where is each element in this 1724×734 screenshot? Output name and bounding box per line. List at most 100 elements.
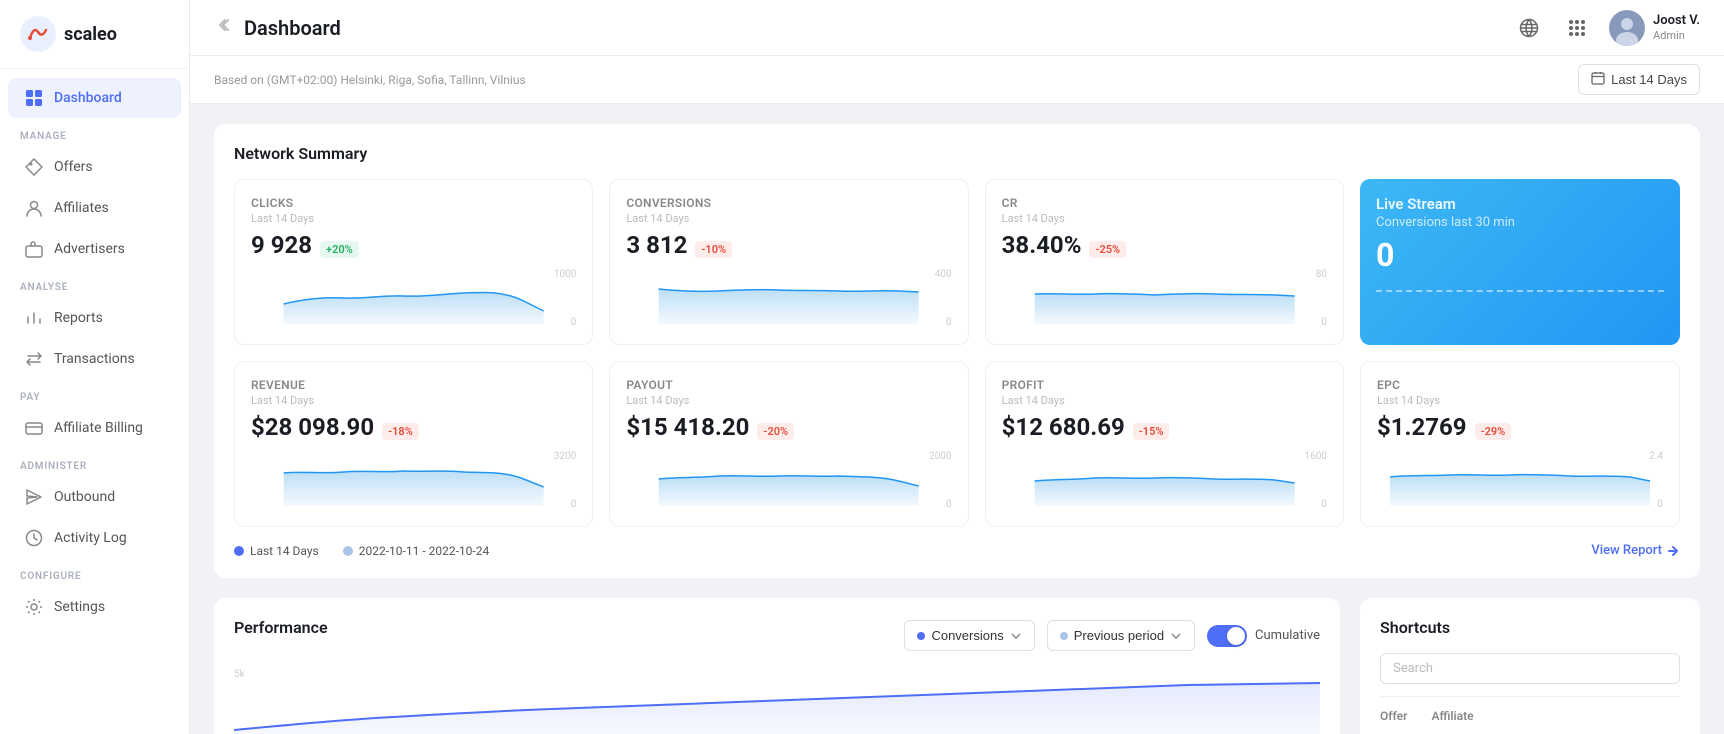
shortcuts-title: Shortcuts [1380, 618, 1680, 637]
performance-title: Performance [234, 618, 328, 637]
metric-cr-label: CR [1002, 196, 1327, 210]
user-name: Joost V. [1653, 13, 1700, 29]
metric-profit-label: Profit [1002, 378, 1327, 392]
date-range-button[interactable]: Last 14 Days [1578, 64, 1700, 95]
conversions-chart-min: 0 [946, 317, 952, 328]
metric-profit-value-row: $12 680.69 -15% [1002, 413, 1327, 441]
shortcuts-search-placeholder: Search [1393, 661, 1433, 676]
epc-chart: 2.4 0 [1377, 451, 1663, 510]
cr-chart-min: 0 [1321, 317, 1327, 328]
clicks-chart: 1000 0 [251, 269, 576, 328]
sidebar-section-manage: MANAGE [0, 119, 189, 146]
cr-chart-max: 80 [1316, 269, 1327, 280]
conversions-chart: 400 0 [626, 269, 951, 328]
legend-row: Last 14 Days 2022-10-11 - 2022-10-24 Vie… [234, 543, 1680, 558]
profit-chart: 1600 0 [1002, 451, 1327, 510]
metric-payout-period: Last 14 Days [626, 394, 951, 407]
metric-clicks-value-row: 9 928 +20% [251, 231, 576, 259]
toggle-thumb [1227, 627, 1245, 645]
repeat-icon [24, 349, 44, 369]
sidebar-item-label: Affiliates [54, 200, 109, 216]
legend-item-current: Last 14 Days [234, 544, 319, 558]
sidebar-item-affiliates[interactable]: Affiliates [8, 188, 181, 228]
grid-icon [24, 88, 44, 108]
date-range-label: Last 14 Days [1611, 72, 1687, 87]
apps-button[interactable] [1561, 12, 1593, 44]
performance-card: Performance Conversions Previous period [214, 598, 1340, 734]
metric-clicks-badge: +20% [320, 241, 359, 258]
epc-chart-min: 0 [1657, 499, 1663, 510]
sidebar-nav: Dashboard MANAGE Offers Affiliates [0, 69, 189, 734]
sidebar-item-outbound[interactable]: Outbound [8, 477, 181, 517]
network-summary-card: Network Summary Clicks Last 14 Days 9 92… [214, 124, 1700, 578]
sidebar-item-label: Offers [54, 159, 93, 175]
metric-profit-period: Last 14 Days [1002, 394, 1327, 407]
metric-payout: Payout Last 14 Days $15 418.20 -20% 2000 [609, 361, 968, 527]
metrics-row-1: Clicks Last 14 Days 9 928 +20% 1000 [234, 179, 1680, 345]
clock-icon [24, 528, 44, 548]
conversions-select-label: Conversions [931, 628, 1003, 643]
briefcase-icon [24, 239, 44, 259]
sidebar-item-label: Transactions [54, 351, 135, 367]
user-icon [24, 198, 44, 218]
sidebar-item-label: Activity Log [54, 530, 127, 546]
sidebar-item-label: Outbound [54, 489, 115, 505]
view-report-text: View Report [1591, 543, 1662, 558]
metric-epc-value-row: $1.2769 -29% [1377, 413, 1663, 441]
metric-epc-label: EPC [1377, 378, 1663, 392]
cr-chart: 80 0 [1002, 269, 1327, 328]
metric-profit: Profit Last 14 Days $12 680.69 -15% 1600 [985, 361, 1344, 527]
revenue-chart-min: 0 [571, 499, 577, 510]
metric-conversions-label: Conversions [626, 196, 951, 210]
performance-section: Performance Conversions Previous period [214, 598, 1700, 734]
back-button[interactable] [214, 16, 232, 39]
shortcuts-col-affiliate: Affiliate [1431, 709, 1473, 723]
profit-chart-max: 1600 [1305, 451, 1327, 462]
metric-clicks-period: Last 14 Days [251, 212, 576, 225]
metric-clicks: Clicks Last 14 Days 9 928 +20% 1000 [234, 179, 593, 345]
sidebar-item-settings[interactable]: Settings [8, 587, 181, 627]
sidebar-item-activity-log[interactable]: Activity Log [8, 518, 181, 558]
user-menu[interactable]: Joost V. Admin [1609, 10, 1700, 46]
sidebar-item-affiliate-billing[interactable]: Affiliate Billing [8, 408, 181, 448]
metric-cr: CR Last 14 Days 38.40% -25% 80 [985, 179, 1344, 345]
sidebar: scaleo Dashboard MANAGE Offers [0, 0, 190, 734]
logo[interactable]: scaleo [0, 0, 189, 69]
metric-clicks-label: Clicks [251, 196, 576, 210]
metric-cr-value: 38.40% [1002, 231, 1082, 259]
previous-period-dot [1060, 632, 1068, 640]
send-icon [24, 487, 44, 507]
metric-live-stream-label: Live Stream [1376, 195, 1664, 213]
legend-label-current: Last 14 Days [250, 544, 319, 558]
metric-profit-badge: -15% [1133, 423, 1170, 440]
previous-period-select[interactable]: Previous period [1047, 620, 1195, 651]
sidebar-item-reports[interactable]: Reports [8, 298, 181, 338]
conversions-chart-max: 400 [935, 269, 952, 280]
legend-label-previous: 2022-10-11 - 2022-10-24 [359, 544, 489, 558]
metric-cr-period: Last 14 Days [1002, 212, 1327, 225]
cumulative-toggle[interactable] [1207, 625, 1247, 647]
metric-revenue-label: Revenue [251, 378, 576, 392]
metric-revenue-value-row: $28 098.90 -18% [251, 413, 576, 441]
metric-payout-badge: -20% [757, 423, 794, 440]
globe-button[interactable] [1513, 12, 1545, 44]
page-title: Dashboard [244, 16, 341, 40]
legend-dot-previous [343, 546, 353, 556]
metric-live-stream-value: 0 [1376, 236, 1394, 274]
view-report-link[interactable]: View Report [1591, 543, 1680, 558]
conversions-select[interactable]: Conversions [904, 620, 1034, 651]
sidebar-item-advertisers[interactable]: Advertisers [8, 229, 181, 269]
metric-profit-value: $12 680.69 [1002, 413, 1125, 441]
revenue-chart: 3200 0 [251, 451, 576, 510]
sidebar-item-transactions[interactable]: Transactions [8, 339, 181, 379]
sidebar-item-dashboard[interactable]: Dashboard [8, 78, 181, 118]
sidebar-item-offers[interactable]: Offers [8, 147, 181, 187]
main-area: Dashboard [190, 0, 1724, 734]
metric-clicks-value: 9 928 [251, 231, 312, 259]
settings-icon [24, 597, 44, 617]
conversions-dot [917, 632, 925, 640]
shortcuts-search-wrap[interactable]: Search [1380, 653, 1680, 684]
tag-icon [24, 157, 44, 177]
metric-revenue: Revenue Last 14 Days $28 098.90 -18% 320… [234, 361, 593, 527]
payout-chart: 2000 0 [626, 451, 951, 510]
